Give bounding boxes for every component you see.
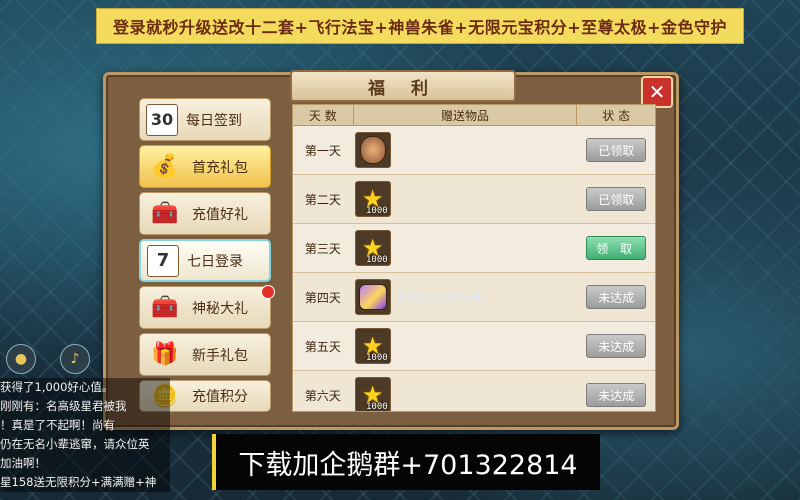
chat-log: 获得了1,000好心值。 刚刚有：名高级星君被我 ！真是了不起啊！尚有 仍在无名… xyxy=(0,378,170,492)
panel-title: 福 利 xyxy=(290,70,516,102)
promo-banner: 登录就秒升级送改十二套+飞行法宝+神兽朱雀+无限元宝积分+至尊太极+金色守护 xyxy=(96,8,744,44)
item-quantity: 1000 xyxy=(365,255,388,265)
claim-button[interactable]: 领 取 xyxy=(586,236,647,260)
row-day: 第四天 xyxy=(304,290,341,305)
chat-controls: ● ♪ xyxy=(6,344,90,374)
chat-line: 星158送无限积分+满满赠+神 xyxy=(0,475,157,489)
row-day: 第三天 xyxy=(304,241,341,256)
chat-line: 刚刚有：名高级星君被我 xyxy=(0,399,127,413)
seven-day-table: 天 数 赠送物品 状 态 第一天 已领取 第二天 ★ 1000 已领取 第三天 ★… xyxy=(292,104,656,412)
menu-item-label: 每日签到 xyxy=(186,112,242,129)
menu-item-daily-signin[interactable]: 30 每日签到 xyxy=(139,98,271,141)
status-button[interactable]: 已领取 xyxy=(586,187,647,211)
chat-line: 加油啊！ xyxy=(0,456,46,470)
monkey-king-icon[interactable] xyxy=(354,132,391,168)
menu-item-label: 充值积分 xyxy=(192,389,248,405)
table-header: 天 数 赠送物品 状 态 xyxy=(293,105,655,126)
table-row: 第二天 ★ 1000 已领取 xyxy=(293,175,655,224)
chat-line: 获得了1,000好心值。 xyxy=(0,380,114,394)
table-row: 第五天 ★ 1000 未达成 xyxy=(293,322,655,371)
floating-notice: 获得1,000好心值。 xyxy=(396,291,495,304)
menu-item-label: 七日登录 xyxy=(187,253,243,270)
menu-item-label: 神秘大礼 xyxy=(192,300,248,317)
gem-box-icon[interactable] xyxy=(354,279,391,315)
microphone-icon[interactable]: ♪ xyxy=(60,344,90,374)
gift-box-icon: 🎁 xyxy=(151,342,179,367)
join-group-banner: 下载加企鹅群+701322814 xyxy=(212,434,600,490)
menu-item-mystery-gift[interactable]: 🧰 神秘大礼 xyxy=(139,285,275,329)
table-row: 第六天 ★ 1000 未达成 xyxy=(293,371,655,412)
notification-dot xyxy=(261,285,275,299)
item-quantity: 1000 xyxy=(365,206,388,216)
gold-chest-icon: 🧰 xyxy=(151,295,179,320)
star-icon[interactable]: ★ 1000 xyxy=(354,328,391,364)
table-row: 第一天 已领取 xyxy=(293,126,655,175)
chat-line: 仍在无名小辈逃窜，请众位英 xyxy=(0,437,150,451)
table-row: 第四天 获得1,000好心值。 未达成 xyxy=(293,273,655,322)
menu-item-first-recharge[interactable]: 💰 首充礼包 xyxy=(139,145,271,188)
treasure-chest-icon: 🧰 xyxy=(151,201,179,226)
row-day: 第二天 xyxy=(304,192,341,207)
money-bag-icon: 💰 xyxy=(151,154,179,179)
menu-item-recharge-gift[interactable]: 🧰 充值好礼 xyxy=(139,192,271,235)
table-row: 第三天 ★ 1000 领 取 xyxy=(293,224,655,273)
item-quantity: 1000 xyxy=(365,353,388,363)
star-icon[interactable]: ★ 1000 xyxy=(354,377,391,412)
chat-line: ！真是了不起啊！尚有 xyxy=(0,418,115,432)
item-quantity: 1000 xyxy=(365,402,388,412)
status-button[interactable]: 未达成 xyxy=(586,383,647,407)
header-day: 天 数 xyxy=(293,105,354,125)
status-button[interactable]: 未达成 xyxy=(586,334,647,358)
row-day: 第一天 xyxy=(304,143,341,158)
menu-item-label: 首充礼包 xyxy=(192,159,248,176)
menu-item-label: 新手礼包 xyxy=(192,347,248,364)
header-status: 状 态 xyxy=(602,108,631,123)
chat-bubble-icon[interactable]: ● xyxy=(6,344,36,374)
star-icon[interactable]: ★ 1000 xyxy=(354,230,391,266)
calendar-30-icon: 30 xyxy=(146,103,178,136)
menu-item-newbie-pack[interactable]: 🎁 新手礼包 xyxy=(139,333,271,376)
row-day: 第六天 xyxy=(304,388,341,403)
calendar-7-icon: 7 xyxy=(147,244,179,277)
menu-item-seven-day-login[interactable]: 7 七日登录 xyxy=(139,239,271,282)
row-day: 第五天 xyxy=(304,339,341,354)
menu-item-label: 充值好礼 xyxy=(192,206,248,223)
status-button[interactable]: 已领取 xyxy=(586,138,647,162)
star-icon[interactable]: ★ 1000 xyxy=(354,181,391,217)
status-button[interactable]: 未达成 xyxy=(586,285,647,309)
header-items: 赠送物品 xyxy=(354,105,578,125)
